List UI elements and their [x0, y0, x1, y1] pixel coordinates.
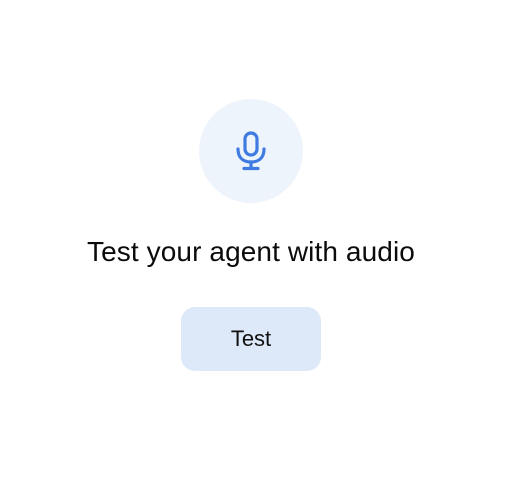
microphone-badge: [199, 99, 303, 203]
prompt-title: Test your agent with audio: [87, 236, 415, 267]
microphone-icon: [236, 131, 266, 171]
test-button[interactable]: Test: [181, 307, 321, 371]
audio-test-panel: Test your agent with audio Test: [0, 0, 514, 492]
